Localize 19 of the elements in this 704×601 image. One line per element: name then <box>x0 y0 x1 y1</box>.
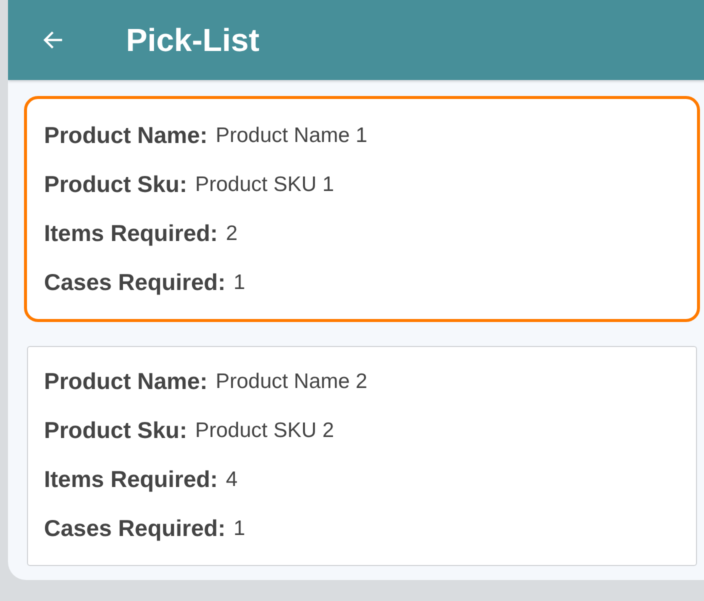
field-value: 2 <box>226 222 238 246</box>
field-label: Cases Required: <box>44 515 226 542</box>
field-value: Product Name 1 <box>216 124 368 148</box>
field-value: Product SKU 1 <box>195 172 334 196</box>
pick-list-card[interactable]: Product Name: Product Name 1 Product Sku: Product SKU 1 Items Required: 2 Cases Required: 1 <box>24 96 700 322</box>
field-label: Cases Required: <box>44 269 226 296</box>
field-label: Product Name: <box>44 368 208 395</box>
field-label: Product Sku: <box>44 171 188 198</box>
field-value: 1 <box>234 270 246 294</box>
field-label: Product Name: <box>44 122 208 149</box>
field-value: 1 <box>234 516 246 540</box>
field-label: Product Sku: <box>44 417 188 444</box>
field-value: Product Name 2 <box>216 370 368 394</box>
page-title: Pick-List <box>126 22 260 58</box>
field-value: Product SKU 2 <box>195 418 334 442</box>
field-label: Items Required: <box>44 220 218 247</box>
field-value: 4 <box>226 468 238 492</box>
field-label: Items Required: <box>44 466 218 493</box>
pick-list-card[interactable]: Product Name: Product Name 2 Product Sku: Product SKU 2 Items Required: 4 Cases Required: 1 <box>27 346 697 566</box>
